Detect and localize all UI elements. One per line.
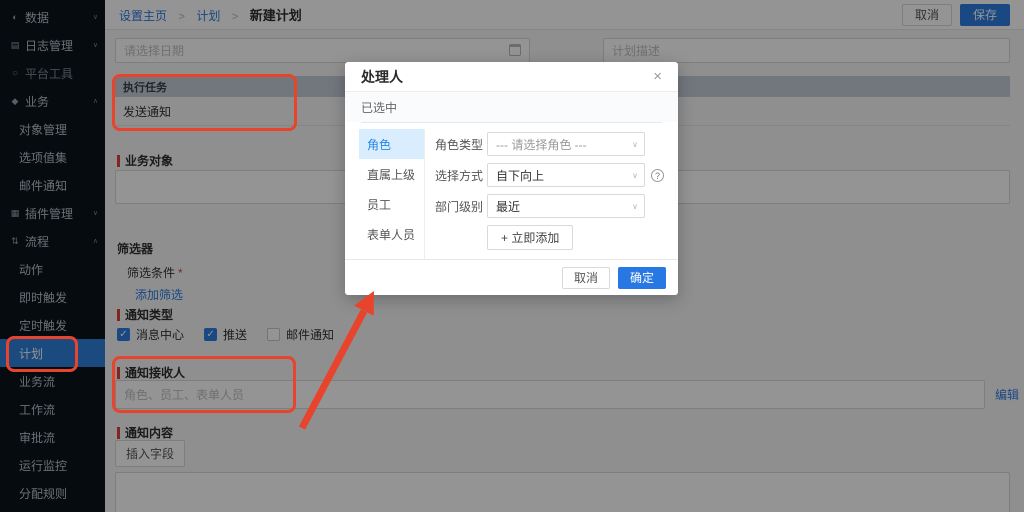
tab-direct-superior[interactable]: 直属上级	[359, 159, 424, 189]
select-value: --- 请选择角色 ---	[496, 136, 587, 153]
modal-body: 角色 直属上级 员工 表单人员 角色类型 --- 请选择角色 --- ∨ 选择方…	[345, 123, 678, 259]
selection-mode-select[interactable]: 自下向上 ∨	[487, 163, 645, 187]
chevron-down-icon: ∨	[632, 140, 638, 149]
close-icon[interactable]: ×	[653, 69, 662, 84]
select-value: 自下向上	[496, 167, 544, 184]
handler-type-tabs: 角色 直属上级 员工 表单人员	[359, 129, 425, 259]
modal-footer: 取消 确定	[345, 259, 678, 295]
role-form: 角色类型 --- 请选择角色 --- ∨ 选择方式 自下向上 ∨ ? 部门级别 …	[425, 129, 664, 259]
handler-modal: 处理人 × 已选中 角色 直属上级 员工 表单人员 角色类型 --- 请选择角色…	[345, 62, 678, 295]
role-type-label: 角色类型	[435, 136, 487, 153]
modal-cancel-button[interactable]: 取消	[562, 267, 610, 289]
tab-employee[interactable]: 员工	[359, 189, 424, 219]
add-now-button[interactable]: + 立即添加	[487, 225, 573, 250]
selection-mode-label: 选择方式	[435, 167, 487, 184]
chevron-down-icon: ∨	[632, 171, 638, 180]
help-icon[interactable]: ?	[651, 169, 664, 182]
form-row: 部门级别 最近 ∨	[435, 194, 664, 218]
department-level-label: 部门级别	[435, 198, 487, 215]
form-row: 选择方式 自下向上 ∨ ?	[435, 163, 664, 187]
button-label: 立即添加	[511, 231, 559, 245]
modal-header: 处理人 ×	[345, 62, 678, 92]
select-value: 最近	[496, 198, 520, 215]
tab-form-personnel[interactable]: 表单人员	[359, 219, 424, 249]
form-row: 角色类型 --- 请选择角色 --- ∨	[435, 132, 664, 156]
modal-ok-button[interactable]: 确定	[618, 267, 666, 289]
chevron-down-icon: ∨	[632, 202, 638, 211]
selected-summary: 已选中	[345, 92, 678, 122]
modal-title: 处理人	[361, 67, 403, 87]
tab-role[interactable]: 角色	[359, 129, 424, 159]
role-type-select[interactable]: --- 请选择角色 --- ∨	[487, 132, 645, 156]
plus-icon: +	[501, 231, 508, 245]
department-level-select[interactable]: 最近 ∨	[487, 194, 645, 218]
